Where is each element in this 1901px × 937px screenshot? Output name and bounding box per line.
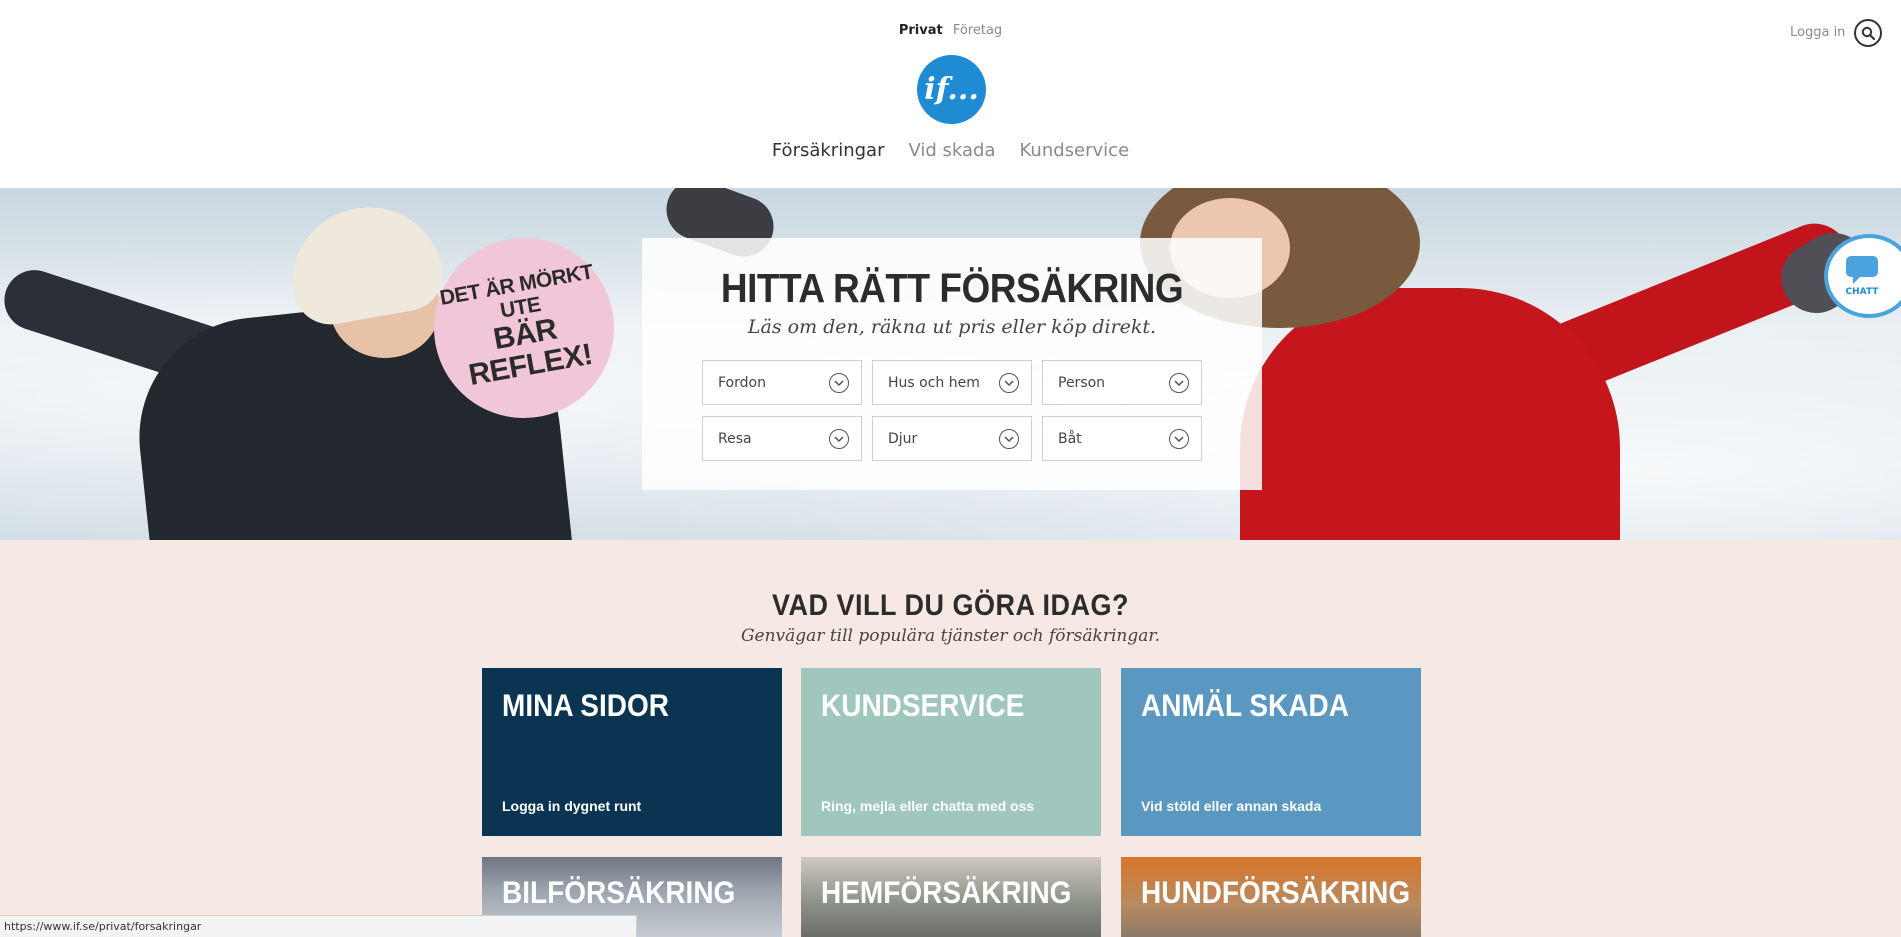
nav-kundservice[interactable]: Kundservice [1020,140,1130,161]
shortcuts-subtitle: Genvägar till populära tjänster och förs… [740,626,1161,646]
segment-privat[interactable]: Privat [899,23,943,38]
chevron-down-icon [829,372,849,393]
select-djur[interactable]: Djur [872,416,1032,461]
select-resa[interactable]: Resa [702,416,862,461]
segment-foretag[interactable]: Företag [953,23,1002,38]
card-anmal-skada[interactable]: ANMÄL SKADA Vid stöld eller annan skada [1121,668,1421,836]
select-label: Djur [888,430,918,447]
select-label: Fordon [718,374,766,391]
chevron-down-icon [829,428,849,449]
search-icon [1861,26,1875,40]
search-button[interactable] [1854,19,1882,47]
select-label: Hus och hem [888,374,980,391]
card-title: ANMÄL SKADA [1141,688,1349,723]
nav-vid-skada[interactable]: Vid skada [908,140,995,161]
main-nav: Försäkringar Vid skada Kundservice [0,140,1901,161]
select-person[interactable]: Person [1042,360,1202,405]
select-fordon[interactable]: Fordon [702,360,862,405]
chevron-down-icon [999,372,1019,393]
select-label: Resa [718,430,752,447]
chevron-down-icon [999,428,1019,449]
if-logo[interactable]: if... [917,55,986,124]
tile-title: HEMFÖRSÄKRING [821,875,1072,910]
card-kundservice[interactable]: KUNDSERVICE Ring, mejla eller chatta med… [801,668,1101,836]
chat-label: CHATT [1845,287,1879,297]
nav-forsakringar[interactable]: Försäkringar [772,140,885,161]
chat-bubble-icon [1846,256,1878,284]
tile-title: BILFÖRSÄKRING [502,875,736,910]
select-label: Person [1058,374,1106,391]
card-title: KUNDSERVICE [821,688,1025,723]
card-text: Logga in dygnet runt [502,798,642,814]
select-label: Båt [1058,430,1082,447]
card-text: Vid stöld eller annan skada [1141,798,1322,814]
site-header: Privat Företag Logga in if... Försäkring… [0,0,1901,188]
shortcuts-title: VAD VILL DU GÖRA IDAG? [771,588,1129,622]
card-title: MINA SIDOR [502,688,669,723]
insurance-finder: HITTA RÄTT FÖRSÄKRING Läs om den, räkna … [642,238,1262,490]
login-link[interactable]: Logga in [1790,25,1845,40]
segment-switch: Privat Företag [0,23,1901,38]
finder-title: HITTA RÄTT FÖRSÄKRING [720,265,1184,311]
select-hus-och-hem[interactable]: Hus och hem [872,360,1032,405]
card-mina-sidor[interactable]: MINA SIDOR Logga in dygnet runt [482,668,782,836]
card-text: Ring, mejla eller chatta med oss [821,798,1035,814]
finder-subtitle: Läs om den, räkna ut pris eller köp dire… [747,316,1157,338]
shortcuts-section: VAD VILL DU GÖRA IDAG? Genvägar till pop… [0,540,1901,937]
logo-text: if... [924,72,979,107]
browser-status-bar: https://www.if.se/privat/forsakringar [0,915,637,937]
select-bat[interactable]: Båt [1042,416,1202,461]
tile-title: HUNDFÖRSÄKRING [1141,875,1411,910]
tile-hemforsakring[interactable]: HEMFÖRSÄKRING [801,857,1101,937]
chevron-down-icon [1169,372,1189,393]
finder-select-grid: Fordon Hus och hem Person Resa Djur Båt [702,360,1202,461]
chevron-down-icon [1169,428,1189,449]
tile-hundforsakring[interactable]: HUNDFÖRSÄKRING [1121,857,1421,937]
